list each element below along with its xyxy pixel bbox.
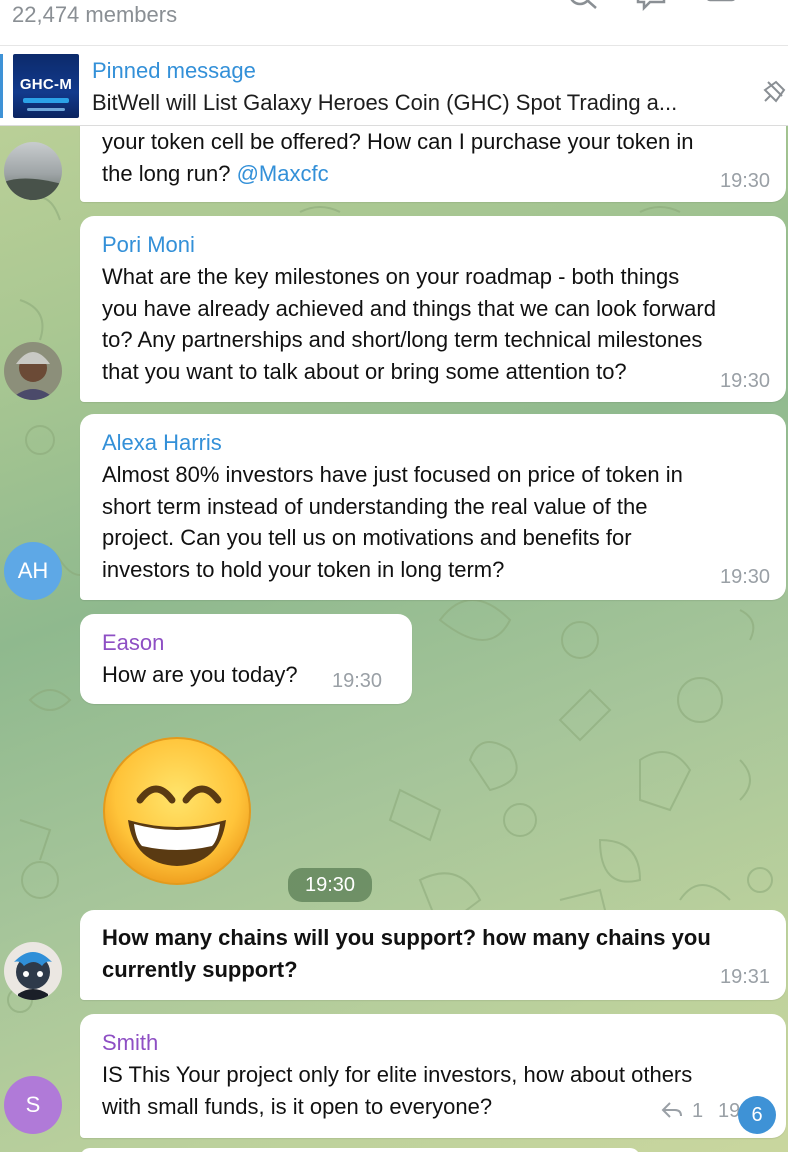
message-line: How are you today?: [102, 662, 298, 687]
sender-name[interactable]: Eason: [102, 630, 164, 656]
message-text: How are you today?: [102, 659, 298, 691]
pinned-thumbnail: GHC-M: [13, 54, 79, 118]
sender-name[interactable]: Pori Moni: [102, 232, 195, 258]
message-line: to? Any partnerships and short/long term…: [102, 327, 703, 352]
more-icon[interactable]: [772, 0, 788, 16]
message-line: IS This Your project only for elite inve…: [102, 1062, 693, 1087]
message-line: that you want to talk about or bring som…: [102, 358, 627, 384]
message-line: you have already achieved and things tha…: [102, 295, 716, 321]
message-time: 19:30: [720, 566, 771, 588]
search-icon[interactable]: [568, 0, 602, 16]
message-text: How many chains will you support? how ma…: [102, 922, 711, 985]
message-line: your token cell be offered? How can I pu…: [102, 129, 694, 154]
message-bubble[interactable]: Smith IS This Your project only for elit…: [80, 1014, 786, 1138]
message-line: with small funds, is it open to everyone…: [102, 1093, 493, 1119]
message-line: currently support?: [102, 956, 298, 982]
message-time: 19:30: [332, 670, 383, 692]
pinned-text: BitWell will List Galaxy Heroes Coin (GH…: [92, 90, 678, 115]
grinning-emoji-sticker[interactable]: [100, 734, 254, 888]
unread-badge[interactable]: 6: [738, 1096, 776, 1134]
avatar[interactable]: [4, 342, 62, 400]
message-time: 19:30: [720, 170, 771, 192]
members-count: 22,474 members: [12, 2, 178, 27]
message-bubble[interactable]: Pori Moni What are the key milestones on…: [80, 216, 786, 402]
pinned-accent: [0, 54, 3, 118]
message-line: What are the key milestones on your road…: [102, 264, 680, 289]
message-time: 19:30: [720, 370, 771, 392]
message-time: 19: [718, 1100, 741, 1122]
chat-header: 22,474 members: [0, 0, 788, 46]
message-text: IS This Your project only for elite inve…: [102, 1059, 692, 1122]
message-bubble[interactable]: Eason How are you today? 19:30: [80, 614, 412, 704]
message-text: Almost 80% investors have just focused o…: [102, 459, 683, 585]
avatar[interactable]: [4, 942, 62, 1000]
sticker-time: 19:30: [288, 868, 372, 902]
pinned-thumbnail-text: GHC-M: [19, 76, 73, 93]
message-line: investors to hold your token in long ter…: [102, 556, 505, 582]
avatar[interactable]: [4, 142, 62, 200]
pinned-title: Pinned message: [92, 58, 256, 83]
voice-chat-icon[interactable]: [634, 0, 668, 16]
message-line: short term instead of understanding the …: [102, 493, 648, 519]
pin-icon[interactable]: [758, 78, 788, 108]
thumb-decoration: [27, 108, 65, 111]
reply-count[interactable]: 1: [692, 1100, 703, 1123]
thumb-decoration: [23, 98, 69, 103]
message-text: your token cell be offered? How can I pu…: [102, 126, 694, 189]
message-line: the long run? @Maxcfc: [102, 158, 694, 190]
message-text: What are the key milestones on your road…: [102, 261, 716, 387]
reply-icon[interactable]: [660, 1100, 684, 1120]
message-time: 19:31: [720, 966, 771, 988]
sender-name[interactable]: Smith: [102, 1030, 158, 1056]
sidebar-icon[interactable]: [704, 0, 738, 16]
message-bubble[interactable]: your token cell be offered? How can I pu…: [80, 126, 786, 202]
next-message-bubble: [80, 1148, 640, 1152]
message-bubble[interactable]: How many chains will you support? how ma…: [80, 910, 786, 1000]
message-line: Almost 80% investors have just focused o…: [102, 462, 683, 487]
message-line: project. Can you tell us on motivations …: [102, 525, 632, 550]
avatar-initials[interactable]: AH: [4, 542, 62, 600]
message-bubble[interactable]: Alexa Harris Almost 80% investors have j…: [80, 414, 786, 600]
pinned-message-bar[interactable]: GHC-M Pinned message BitWell will List G…: [0, 46, 788, 126]
mention-link[interactable]: @Maxcfc: [237, 161, 329, 186]
message-line: How many chains will you support? how ma…: [102, 925, 711, 950]
avatar-initials[interactable]: S: [4, 1076, 62, 1134]
sender-name[interactable]: Alexa Harris: [102, 430, 222, 456]
message-line-text: the long run?: [102, 160, 231, 186]
